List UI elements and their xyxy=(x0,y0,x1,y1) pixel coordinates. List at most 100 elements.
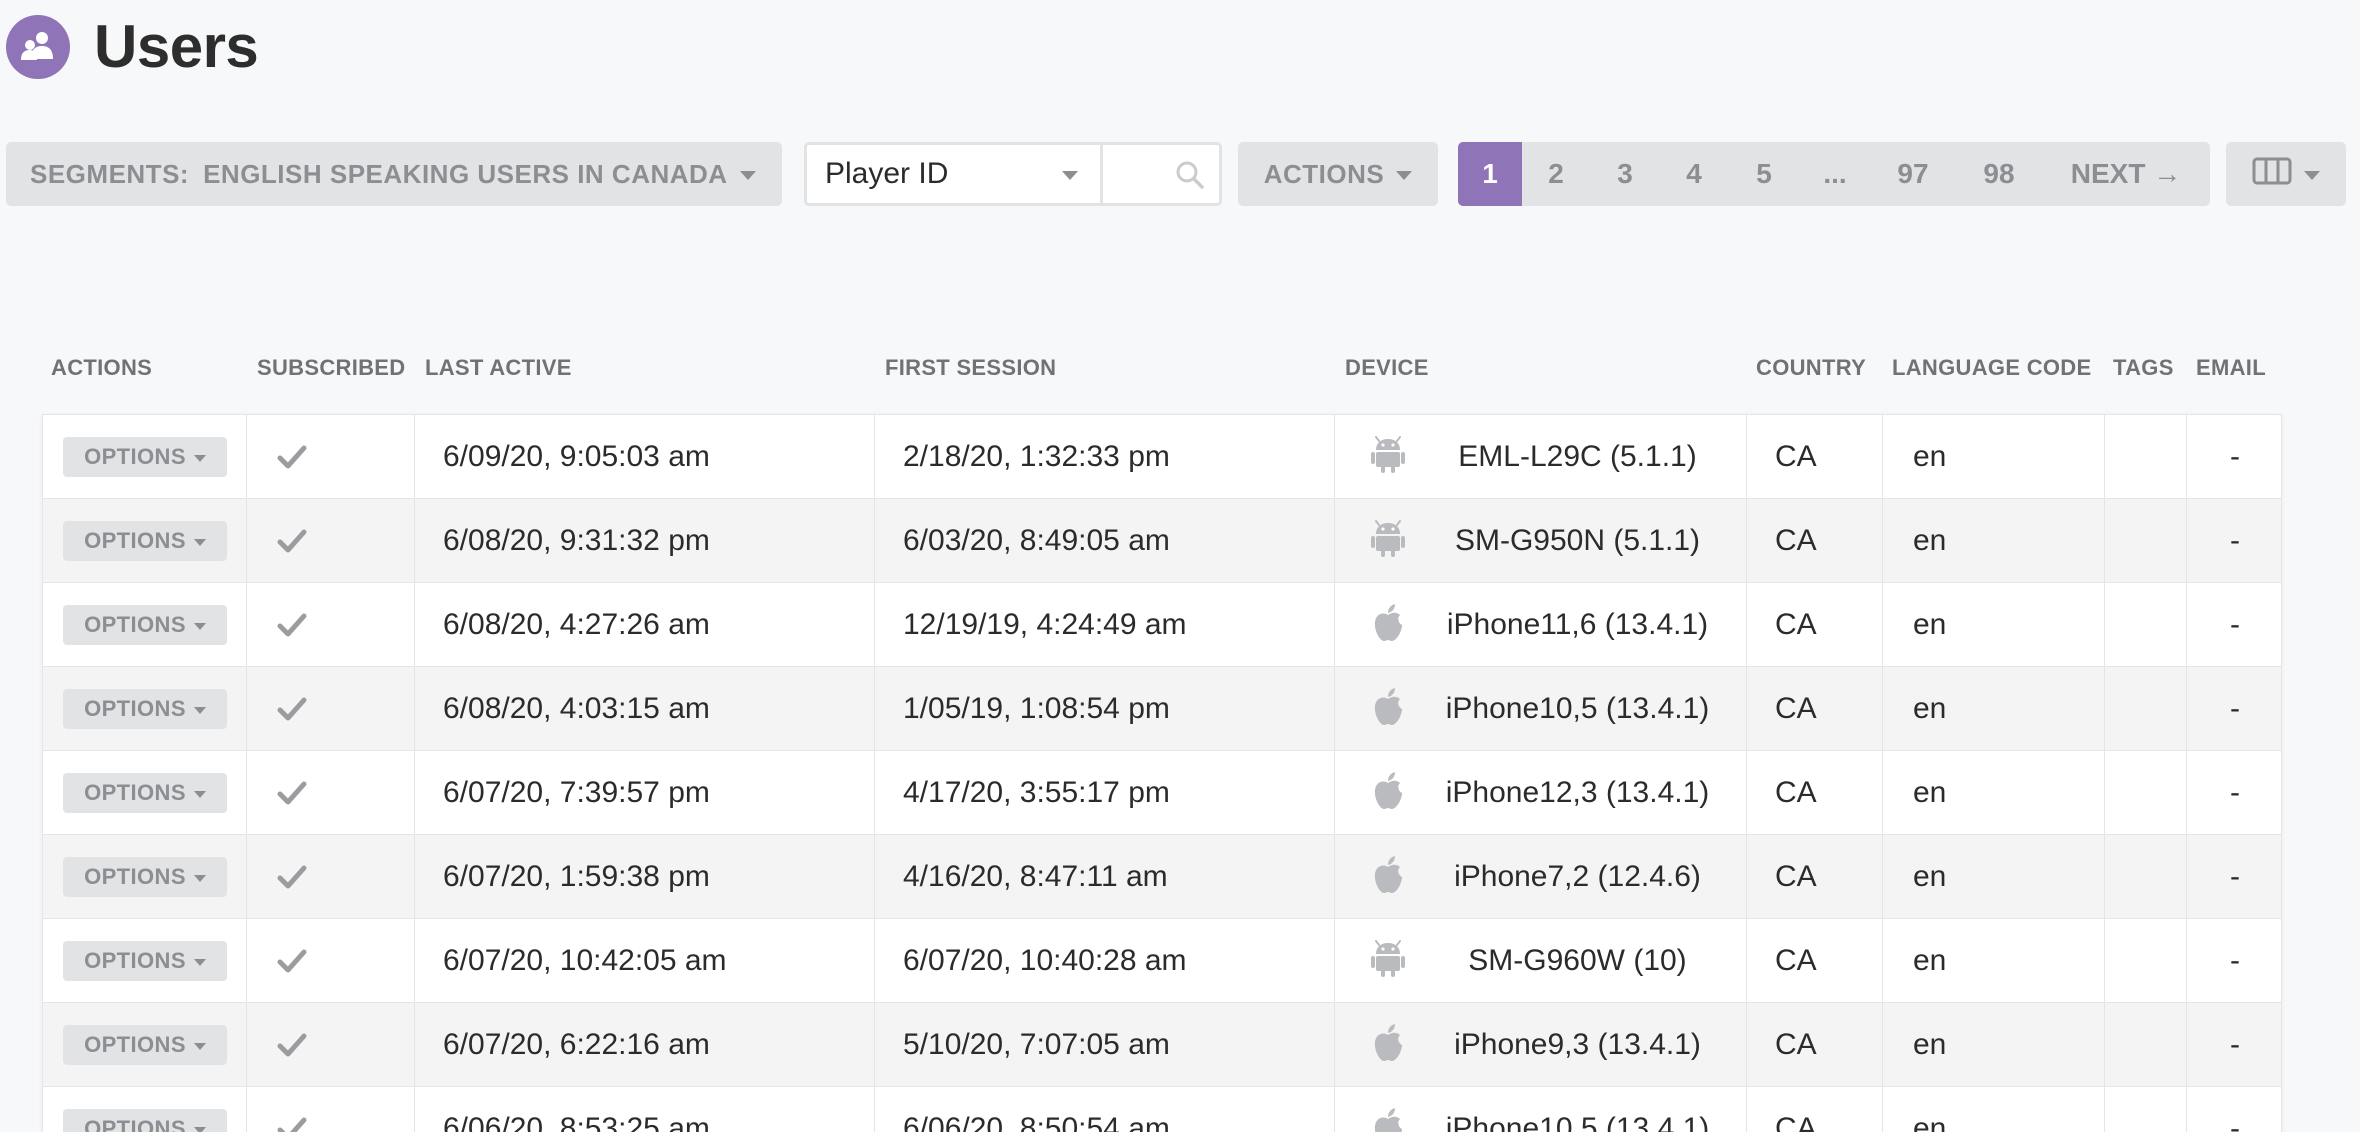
actions-button[interactable]: ACTIONS xyxy=(1238,142,1438,206)
subscribed-cell xyxy=(247,919,415,1003)
device-cell: iPhone10,5 (13.4.1) xyxy=(1335,1087,1747,1132)
first-session-cell: 6/03/20, 8:49:05 am xyxy=(875,499,1335,583)
last-active-cell: 6/07/20, 1:59:38 pm xyxy=(415,835,875,919)
options-button[interactable]: OPTIONS xyxy=(63,521,227,561)
page-header: Users xyxy=(6,12,259,81)
device-name: iPhone10,5 (13.4.1) xyxy=(1445,1112,1710,1132)
tags-cell xyxy=(2105,1003,2187,1087)
language-code-cell: en xyxy=(1883,1087,2105,1132)
first-session-cell: 6/06/20, 8:50:54 am xyxy=(875,1087,1335,1132)
next-page-button[interactable]: NEXT → xyxy=(2042,142,2210,206)
country-cell: CA xyxy=(1747,919,1883,1003)
device-cell: iPhone10,5 (13.4.1) xyxy=(1335,667,1747,751)
device-name: iPhone11,6 (13.4.1) xyxy=(1446,608,1709,641)
column-header-first-session[interactable]: FIRST SESSION xyxy=(885,355,1056,381)
tags-cell xyxy=(2105,1087,2187,1132)
table-row: OPTIONS 6/06/20, 8:53:25 am 6/06/20, 8:5… xyxy=(43,1087,2281,1132)
last-active-cell: 6/07/20, 7:39:57 pm xyxy=(415,751,875,835)
subscribed-cell xyxy=(247,1087,415,1132)
chevron-down-icon xyxy=(1062,171,1078,180)
last-active-cell: 6/07/20, 6:22:16 am xyxy=(415,1003,875,1087)
page-ellipsis: ... xyxy=(1823,158,1847,189)
country-cell: CA xyxy=(1747,415,1883,499)
device-name: iPhone9,3 (13.4.1) xyxy=(1454,1028,1701,1061)
last-active-cell: 6/09/20, 9:05:03 am xyxy=(415,415,875,499)
options-button[interactable]: OPTIONS xyxy=(63,1109,227,1132)
language-code-cell: en xyxy=(1883,751,2105,835)
email-cell: - xyxy=(2230,1112,2240,1132)
column-header-language-code[interactable]: LANGUAGE CODE xyxy=(1892,355,2091,381)
column-header-device[interactable]: DEVICE xyxy=(1345,355,1429,381)
columns-button[interactable] xyxy=(2226,142,2346,206)
table-row: OPTIONS 6/08/20, 9:31:32 pm 6/03/20, 8:4… xyxy=(43,499,2281,583)
chevron-down-icon xyxy=(193,1043,206,1050)
options-button[interactable]: OPTIONS xyxy=(63,941,227,981)
subscribed-cell xyxy=(247,751,415,835)
page-3-button[interactable]: 3 xyxy=(1590,142,1660,206)
device-cell: SM-G960W (10) xyxy=(1335,919,1747,1003)
first-session-cell: 6/07/20, 10:40:28 am xyxy=(875,919,1335,1003)
language-code-cell: en xyxy=(1883,919,2105,1003)
first-session-cell: 5/10/20, 7:07:05 am xyxy=(875,1003,1335,1087)
options-label: OPTIONS xyxy=(84,528,186,553)
chevron-down-icon xyxy=(2304,171,2320,180)
device-icon xyxy=(1371,519,1409,559)
column-header-country[interactable]: COUNTRY xyxy=(1756,355,1866,381)
device-icon xyxy=(1371,1107,1409,1132)
search-field-select[interactable]: Player ID xyxy=(807,145,1103,203)
chevron-down-icon xyxy=(193,1127,206,1132)
country-cell: CA xyxy=(1747,583,1883,667)
column-header-email[interactable]: EMAIL xyxy=(2196,355,2266,381)
options-button[interactable]: OPTIONS xyxy=(63,1025,227,1065)
table-row: OPTIONS 6/08/20, 4:03:15 am 1/05/19, 1:0… xyxy=(43,667,2281,751)
table-header: ACTIONS SUBSCRIBED LAST ACTIVE FIRST SES… xyxy=(0,355,2360,385)
check-icon xyxy=(277,445,307,469)
options-button[interactable]: OPTIONS xyxy=(63,773,227,813)
apple-icon xyxy=(1374,1108,1402,1132)
language-code-cell: en xyxy=(1883,583,2105,667)
page-98-button[interactable]: 98 xyxy=(1956,142,2042,206)
last-active-cell: 6/08/20, 4:27:26 am xyxy=(415,583,875,667)
subscribed-cell xyxy=(247,667,415,751)
columns-icon xyxy=(2252,157,2292,192)
tags-cell xyxy=(2105,667,2187,751)
table-row: OPTIONS 6/09/20, 9:05:03 am 2/18/20, 1:3… xyxy=(43,415,2281,499)
apple-icon xyxy=(1374,688,1402,725)
page-2-button[interactable]: 2 xyxy=(1522,142,1590,206)
subscribed-cell xyxy=(247,499,415,583)
check-icon xyxy=(277,1117,307,1132)
device-name: EML-L29C (5.1.1) xyxy=(1458,440,1697,473)
table-row: OPTIONS 6/07/20, 7:39:57 pm 4/17/20, 3:5… xyxy=(43,751,2281,835)
options-label: OPTIONS xyxy=(84,696,186,721)
subscribed-cell xyxy=(247,583,415,667)
last-active-cell: 6/06/20, 8:53:25 am xyxy=(415,1087,875,1132)
options-label: OPTIONS xyxy=(84,1032,186,1057)
actions-cell: OPTIONS xyxy=(43,415,247,499)
page-5-button[interactable]: 5 xyxy=(1728,142,1800,206)
language-code-cell: en xyxy=(1883,499,2105,583)
chevron-down-icon xyxy=(193,959,206,966)
chevron-down-icon xyxy=(193,791,206,798)
options-button[interactable]: OPTIONS xyxy=(63,689,227,729)
search-field-value: Player ID xyxy=(825,157,949,190)
apple-icon xyxy=(1374,604,1402,641)
page-97-button[interactable]: 97 xyxy=(1870,142,1956,206)
options-button[interactable]: OPTIONS xyxy=(63,605,227,645)
column-header-tags[interactable]: TAGS xyxy=(2113,355,2174,381)
android-icon xyxy=(1371,520,1405,557)
page-4-button[interactable]: 4 xyxy=(1660,142,1728,206)
options-button[interactable]: OPTIONS xyxy=(63,437,227,477)
device-icon xyxy=(1371,939,1409,979)
page-1-button[interactable]: 1 xyxy=(1458,142,1522,206)
search-icon[interactable] xyxy=(1175,160,1205,195)
options-button[interactable]: OPTIONS xyxy=(63,857,227,897)
language-code-cell: en xyxy=(1883,1003,2105,1087)
segments-dropdown[interactable]: SEGMENTS: ENGLISH SPEAKING USERS IN CANA… xyxy=(6,142,782,206)
actions-cell: OPTIONS xyxy=(43,667,247,751)
country-cell: CA xyxy=(1747,751,1883,835)
column-header-subscribed[interactable]: SUBSCRIBED xyxy=(257,355,405,381)
options-label: OPTIONS xyxy=(84,1116,186,1132)
tags-cell xyxy=(2105,583,2187,667)
language-code-cell: en xyxy=(1883,667,2105,751)
column-header-last-active[interactable]: LAST ACTIVE xyxy=(425,355,572,381)
